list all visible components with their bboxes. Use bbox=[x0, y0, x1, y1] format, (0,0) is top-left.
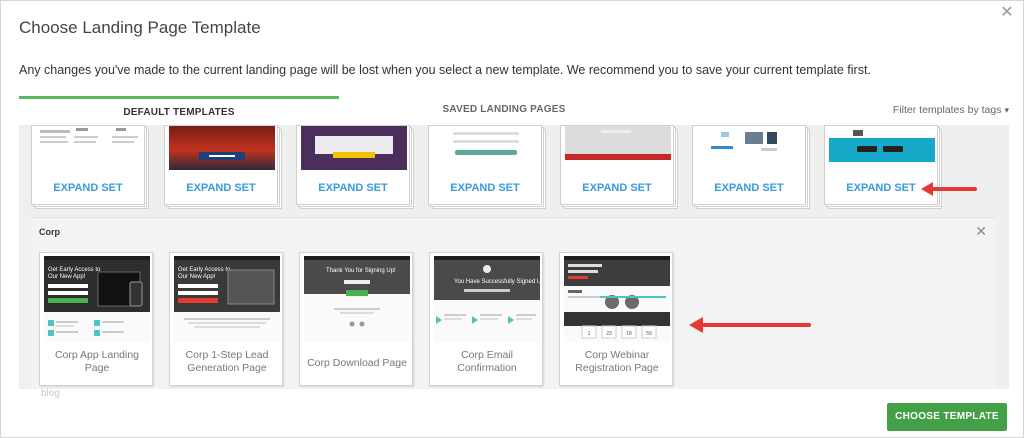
template-dialog: Choose Landing Page Template ✕ Any chang… bbox=[0, 0, 1024, 438]
svg-text:Get Early Access to: Get Early Access to bbox=[178, 267, 231, 273]
template-thumbnail: 1 23 18 59 bbox=[564, 256, 670, 342]
template-thumbnail: Get Early Access to Our New App! bbox=[174, 256, 280, 342]
expand-set-button[interactable]: EXPAND SET bbox=[297, 182, 409, 194]
set-thumbnail bbox=[301, 126, 407, 170]
webinar-second-digit: 59 bbox=[646, 331, 652, 337]
template-name: Corp Email Confirmation bbox=[457, 349, 517, 374]
close-icon[interactable]: ✕ bbox=[999, 5, 1015, 21]
template-set-card[interactable]: EXPAND SET bbox=[692, 125, 810, 209]
expand-set-button[interactable]: EXPAND SET bbox=[429, 182, 541, 194]
template-name: Corp 1-Step Lead Generation Page bbox=[185, 349, 269, 374]
template-gallery: EXPAND SET EXPAND SET EXPAND SET EXPAND … bbox=[19, 125, 1009, 389]
svg-text:Our New App!: Our New App! bbox=[48, 274, 86, 280]
corp-template-panel: Corp ✕ Get Early Access to Our New App! bbox=[31, 217, 995, 389]
template-name: Corp Webinar Registration Page bbox=[575, 349, 659, 374]
template-card-corp-download[interactable]: Thank You for Signing Up! Corp Download … bbox=[299, 252, 413, 386]
template-tabs: DEFAULT TEMPLATES SAVED LANDING PAGES Fi… bbox=[19, 96, 1009, 126]
annotation-arrow-icon bbox=[689, 317, 811, 333]
template-name: Corp App Landing Page bbox=[54, 349, 140, 374]
set-thumbnail bbox=[433, 126, 539, 170]
svg-text:Thank You for Signing Up!: Thank You for Signing Up! bbox=[326, 268, 396, 274]
set-thumbnail bbox=[36, 126, 142, 170]
watermark-text: blog bbox=[41, 388, 60, 399]
template-thumbnail: You Have Successfully Signed Up! bbox=[434, 256, 540, 342]
template-set-card[interactable]: EXPAND SET bbox=[428, 125, 546, 209]
close-panel-icon[interactable]: ✕ bbox=[975, 223, 987, 240]
filter-tags-dropdown[interactable]: Filter templates by tags ▾ bbox=[893, 96, 1009, 126]
expand-set-button[interactable]: EXPAND SET bbox=[561, 182, 673, 194]
template-set-card[interactable]: EXPAND SET bbox=[31, 125, 149, 209]
template-card-corp-email-confirmation[interactable]: You Have Successfully Signed Up! Corp Em… bbox=[429, 252, 543, 386]
svg-text:You Have Successfully Signed U: You Have Successfully Signed Up! bbox=[454, 279, 540, 285]
template-set-card[interactable]: EXPAND SET bbox=[296, 125, 414, 209]
chevron-down-icon: ▾ bbox=[1004, 105, 1009, 115]
template-card-corp-app-landing[interactable]: Get Early Access to Our New App! Corp Ap… bbox=[39, 252, 153, 386]
choose-template-button[interactable]: CHOOSE TEMPLATE bbox=[887, 403, 1007, 431]
template-thumbnail: Thank You for Signing Up! bbox=[304, 256, 410, 342]
template-card-corp-lead-generation[interactable]: Get Early Access to Our New App! Corp 1-… bbox=[169, 252, 283, 386]
set-thumbnail bbox=[169, 126, 275, 170]
template-set-card[interactable]: EXPAND SET bbox=[560, 125, 678, 209]
svg-text:Get Early Access to: Get Early Access to bbox=[48, 267, 101, 273]
tab-default-templates[interactable]: DEFAULT TEMPLATES bbox=[19, 96, 339, 126]
set-thumbnail bbox=[697, 126, 803, 170]
template-name: Corp Download Page bbox=[307, 357, 407, 369]
template-card-corp-webinar[interactable]: 1 23 18 59 Corp Webinar Registration Pag… bbox=[559, 252, 673, 386]
dialog-notice: Any changes you've made to the current l… bbox=[19, 63, 871, 77]
set-thumbnail bbox=[565, 126, 671, 170]
annotation-arrow-icon bbox=[921, 182, 977, 196]
webinar-day-digit: 1 bbox=[588, 331, 591, 337]
expand-set-button[interactable]: EXPAND SET bbox=[165, 182, 277, 194]
filter-label: Filter templates by tags bbox=[892, 104, 1002, 116]
template-thumbnail: Get Early Access to Our New App! bbox=[44, 256, 150, 342]
tab-saved-landing-pages[interactable]: SAVED LANDING PAGES bbox=[354, 96, 654, 126]
webinar-minute-digit: 18 bbox=[626, 331, 632, 337]
template-set-card[interactable]: EXPAND SET bbox=[164, 125, 282, 209]
expand-set-button[interactable]: EXPAND SET bbox=[693, 182, 805, 194]
corp-panel-title: Corp bbox=[39, 227, 60, 237]
expand-set-button[interactable]: EXPAND SET bbox=[32, 182, 144, 194]
set-thumbnail bbox=[829, 126, 935, 170]
webinar-hour-digit: 23 bbox=[606, 331, 612, 337]
dialog-title: Choose Landing Page Template bbox=[19, 18, 261, 37]
svg-text:Our New App!: Our New App! bbox=[178, 274, 216, 280]
